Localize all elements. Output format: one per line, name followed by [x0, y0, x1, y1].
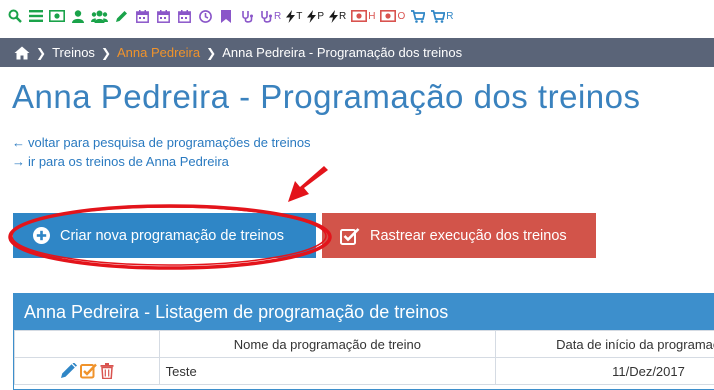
column-header-start-date[interactable]: Data de início da programação — [495, 330, 714, 358]
navigation-links: ← voltar para pesquisa de programações de… — [12, 133, 311, 171]
breadcrumb-item-athlete[interactable]: Anna Pedreira — [117, 45, 200, 60]
page-title: Anna Pedreira - Programação dos treinos — [12, 78, 641, 115]
toolbar-item-suffix: R — [446, 10, 454, 22]
arrow-left-icon: ← — [12, 135, 25, 150]
money-icon[interactable] — [49, 5, 65, 27]
bolt-icon[interactable]: P — [307, 5, 324, 27]
calendar-icon[interactable] — [134, 5, 150, 27]
users-icon[interactable] — [91, 5, 108, 27]
back-to-search-label: voltar para pesquisa de programações de … — [28, 135, 311, 150]
calendar-icon[interactable] — [155, 5, 171, 27]
home-icon[interactable] — [14, 46, 30, 60]
toolbar-item-suffix: P — [317, 10, 325, 22]
clock-icon[interactable] — [197, 5, 213, 27]
trash-icon[interactable] — [100, 363, 114, 380]
toolbar-item-suffix: T — [296, 10, 303, 22]
row-start-date: 11/Dez/2017 — [495, 357, 714, 385]
checkbox-icon — [340, 227, 360, 245]
create-program-button[interactable]: Criar nova programação de treinos — [13, 213, 316, 258]
check-edit-icon[interactable] — [79, 363, 97, 379]
toolbar: R T P R H O R — [7, 4, 454, 28]
column-header-actions — [14, 330, 160, 358]
row-actions — [14, 357, 160, 385]
panel-title: Anna Pedreira - Listagem de programação … — [14, 294, 714, 330]
athlete-trainings-label: ir para os treinos de Anna Pedreira — [28, 154, 229, 169]
money-icon[interactable]: O — [380, 5, 405, 27]
bolt-icon[interactable]: T — [286, 5, 302, 27]
back-to-search-link[interactable]: ← voltar para pesquisa de programações de… — [12, 133, 311, 152]
breadcrumb-item-treinos[interactable]: Treinos — [52, 45, 95, 60]
create-program-label: Criar nova programação de treinos — [60, 227, 285, 244]
arrow-right-icon: → — [12, 154, 25, 169]
row-program-name: Teste — [158, 357, 497, 385]
search-icon[interactable] — [7, 5, 23, 27]
edit-pencil-icon[interactable] — [60, 363, 77, 379]
calendar-icon[interactable] — [176, 5, 192, 27]
user-icon[interactable] — [70, 5, 86, 27]
cart-icon[interactable]: R — [431, 5, 454, 27]
annotation-arrow-icon — [288, 166, 328, 202]
track-execution-label: Rastrear execução dos treinos — [370, 227, 567, 244]
cart-icon[interactable] — [410, 5, 426, 27]
programs-panel: Anna Pedreira - Listagem de programação … — [13, 293, 714, 390]
toolbar-item-suffix: H — [368, 10, 376, 22]
breadcrumb: ❯ Treinos ❯ Anna Pedreira ❯ Anna Pedreir… — [0, 38, 714, 67]
breadcrumb-item-current: Anna Pedreira - Programação dos treinos — [222, 45, 463, 60]
money-icon[interactable]: H — [351, 5, 375, 27]
toolbar-item-suffix: O — [397, 10, 406, 22]
toolbar-item-suffix: R — [339, 10, 347, 22]
pencil-icon[interactable] — [113, 5, 129, 27]
column-header-name[interactable]: Nome da programação de treino — [158, 330, 497, 358]
programs-table: Nome da programação de treino Data de in… — [14, 330, 714, 385]
table-header-row: Nome da programação de treino Data de in… — [14, 330, 714, 358]
stethoscope-icon[interactable]: R — [260, 5, 281, 27]
menu-icon[interactable] — [28, 5, 44, 27]
chevron-right-icon: ❯ — [206, 45, 217, 60]
bookmark-icon[interactable] — [218, 5, 234, 27]
plus-circle-icon — [33, 227, 50, 244]
table-row: Teste 11/Dez/2017 — [14, 357, 714, 385]
track-execution-button[interactable]: Rastrear execução dos treinos — [322, 213, 596, 258]
bolt-icon[interactable]: R — [329, 5, 346, 27]
athlete-trainings-link[interactable]: → ir para os treinos de Anna Pedreira — [12, 152, 311, 171]
chevron-right-icon: ❯ — [100, 45, 111, 60]
stethoscope-icon[interactable] — [239, 5, 255, 27]
toolbar-item-suffix: R — [274, 10, 282, 22]
chevron-right-icon: ❯ — [36, 45, 47, 60]
